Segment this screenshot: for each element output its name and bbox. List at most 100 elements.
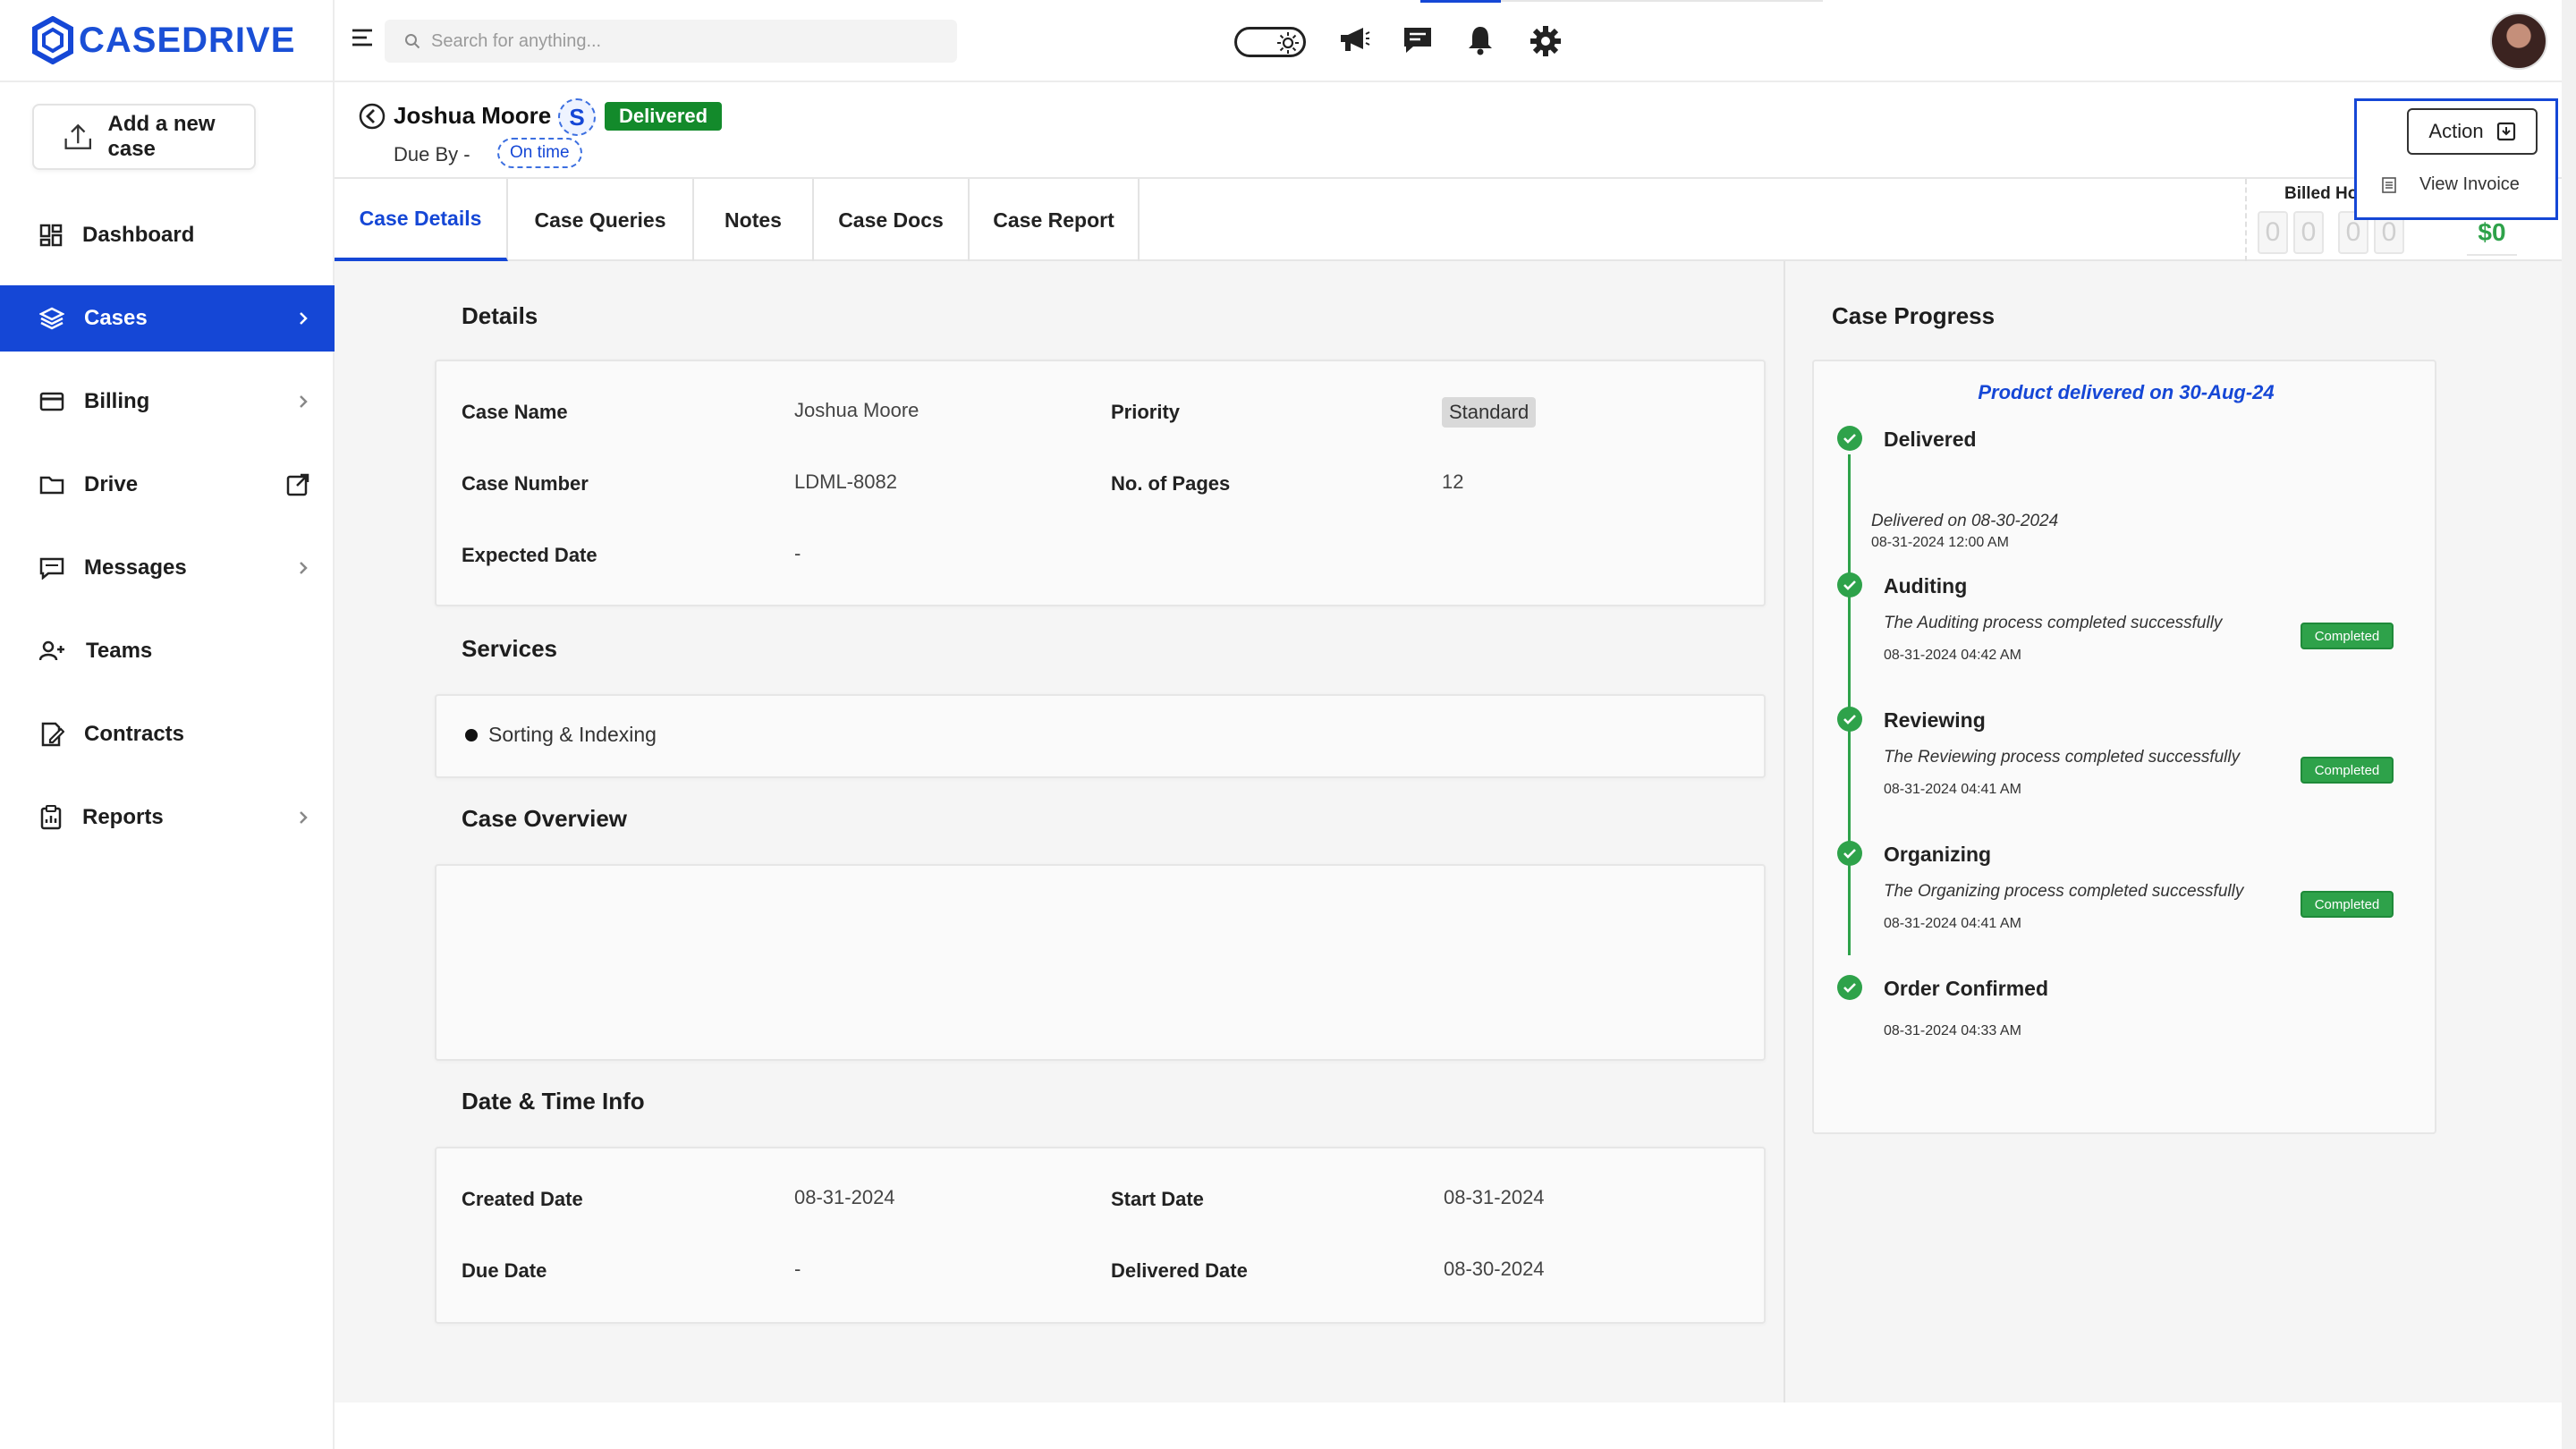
- service-badge: S: [558, 98, 596, 136]
- search-bar[interactable]: [385, 20, 957, 63]
- sidebar-item-messages[interactable]: Messages: [0, 535, 335, 601]
- case-overview-card: [435, 864, 1766, 1061]
- completed-badge: Completed: [2301, 757, 2394, 784]
- back-icon[interactable]: [358, 102, 386, 131]
- pages-label: No. of Pages: [1111, 472, 1231, 495]
- billed-hours-label: Billed Ho: [2284, 184, 2359, 203]
- step-description: Delivered on 08-30-2024: [1871, 512, 2059, 530]
- card-icon: [39, 392, 64, 411]
- tab-case-report[interactable]: Case Report: [970, 179, 1140, 261]
- main-content: Details Case Name Joshua Moore Priority …: [335, 261, 2576, 1402]
- scrollbar[interactable]: [2562, 0, 2576, 1449]
- megaphone-icon[interactable]: [1338, 25, 1370, 54]
- chevron-right-icon: [300, 811, 308, 824]
- action-button[interactable]: Action: [2407, 108, 2538, 155]
- step-name: Organizing: [1884, 843, 1992, 866]
- team-icon: [39, 640, 64, 661]
- check-circle-icon: [1837, 572, 1862, 597]
- user-avatar[interactable]: [2490, 13, 2547, 70]
- created-date-label: Created Date: [462, 1188, 583, 1210]
- check-circle-icon: [1837, 975, 1862, 1000]
- menu-icon[interactable]: [351, 27, 374, 48]
- tab-case-queries[interactable]: Case Queries: [508, 179, 694, 261]
- tab-notes[interactable]: Notes: [694, 179, 814, 261]
- step-name: Delivered: [1884, 428, 1977, 451]
- step-time: 08-31-2024 04:41 AM: [1884, 782, 2021, 797]
- view-invoice-item[interactable]: View Invoice: [2382, 174, 2520, 195]
- check-circle-icon: [1837, 707, 1862, 732]
- contract-icon: [41, 722, 64, 747]
- check-circle-icon: [1837, 841, 1862, 866]
- gear-icon[interactable]: [1530, 25, 1562, 57]
- delivered-date-value: 08-30-2024: [1444, 1258, 1545, 1280]
- sidebar-item-label: Reports: [82, 805, 164, 829]
- step-time: 08-31-2024 12:00 AM: [1871, 535, 2009, 550]
- layers-icon: [39, 307, 64, 330]
- sidebar-item-label: Dashboard: [82, 223, 195, 247]
- sidebar-item-reports[interactable]: Reports: [0, 784, 335, 851]
- bell-icon[interactable]: [1467, 25, 1494, 55]
- chevron-right-icon: [300, 312, 308, 325]
- priority-badge: Standard: [1442, 397, 1537, 428]
- progress-banner: Product delivered on 30-Aug-24: [1978, 381, 2275, 403]
- add-case-button[interactable]: Add a new case: [32, 104, 256, 170]
- sidebar-item-label: Messages: [84, 555, 187, 580]
- due-date-label: Due Date: [462, 1259, 547, 1282]
- service-item: Sorting & Indexing: [465, 723, 657, 747]
- case-number-value: LDML-8082: [794, 470, 897, 493]
- datetime-title: Date & Time Info: [462, 1088, 645, 1114]
- sidebar-item-teams[interactable]: Teams: [0, 618, 335, 684]
- status-badge: Delivered: [605, 102, 723, 131]
- due-by-label: Due By -: [394, 143, 470, 165]
- chat-icon[interactable]: [1402, 25, 1433, 55]
- folder-icon: [39, 476, 64, 495]
- due-date-value: -: [794, 1258, 801, 1280]
- sidebar-item-label: Billing: [84, 389, 150, 413]
- step-name: Order Confirmed: [1884, 977, 2049, 1000]
- add-case-label: Add a new case: [107, 112, 216, 161]
- sidebar-item-label: Contracts: [84, 722, 185, 746]
- case-name-value: Joshua Moore: [794, 399, 919, 421]
- case-header: Joshua Moore S Delivered Due By - On tim…: [335, 82, 2576, 179]
- expected-date-value: -: [794, 542, 801, 564]
- brand-logo[interactable]: CASEDRIVE: [32, 13, 295, 68]
- tab-case-details[interactable]: Case Details: [335, 179, 508, 261]
- sidebar-item-drive[interactable]: Drive: [0, 452, 335, 518]
- top-bar: [335, 0, 2576, 82]
- sidebar-nav: Dashboard Cases Billing Drive Messages T…: [0, 202, 335, 868]
- loading-track: [1501, 0, 1823, 2]
- theme-toggle[interactable]: [1234, 27, 1306, 57]
- due-status-badge: On time: [497, 138, 582, 168]
- divider: [0, 80, 335, 82]
- chevron-right-icon: [300, 395, 308, 408]
- step-time: 08-31-2024 04:41 AM: [1884, 916, 2021, 931]
- invoice-icon: [2382, 176, 2396, 193]
- delivered-date-label: Delivered Date: [1111, 1259, 1248, 1282]
- services-title: Services: [462, 635, 557, 662]
- view-invoice-label: View Invoice: [2419, 174, 2520, 194]
- case-number-label: Case Number: [462, 472, 589, 495]
- step-name: Auditing: [1884, 574, 1968, 597]
- report-icon: [40, 805, 62, 830]
- expected-date-label: Expected Date: [462, 544, 597, 566]
- sidebar-item-dashboard[interactable]: Dashboard: [0, 202, 335, 268]
- sidebar-item-cases[interactable]: Cases: [0, 285, 335, 352]
- created-date-value: 08-31-2024: [794, 1186, 895, 1208]
- case-progress-title: Case Progress: [1832, 302, 1996, 329]
- export-icon: [2496, 122, 2515, 141]
- sidebar-item-billing[interactable]: Billing: [0, 369, 335, 435]
- priority-label: Priority: [1111, 401, 1181, 423]
- start-date-value: 08-31-2024: [1444, 1186, 1545, 1208]
- step-description: The Reviewing process completed successf…: [1884, 748, 2241, 767]
- search-input[interactable]: [431, 30, 932, 52]
- sidebar-item-label: Cases: [84, 306, 148, 330]
- bullet-dot: [465, 728, 478, 741]
- action-button-label: Action: [2428, 120, 2484, 142]
- tab-case-docs[interactable]: Case Docs: [814, 179, 970, 261]
- billed-digit: 0: [2293, 211, 2324, 254]
- loading-indicator: [1420, 0, 1501, 3]
- external-link-icon[interactable]: [286, 473, 309, 496]
- message-icon: [39, 557, 64, 580]
- sidebar-item-contracts[interactable]: Contracts: [0, 701, 335, 767]
- details-card: [435, 360, 1766, 606]
